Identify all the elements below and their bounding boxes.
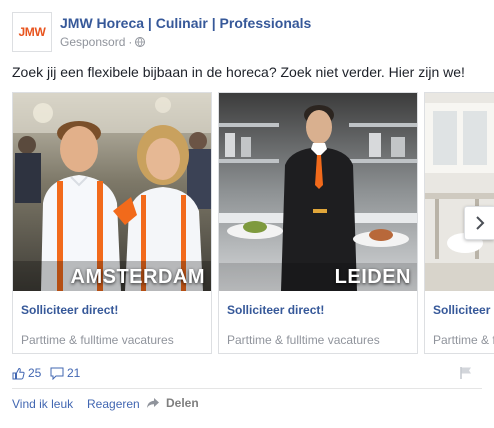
thumbs-up-icon <box>12 367 25 379</box>
card-caption: AMSTERDAM <box>70 266 205 288</box>
share-button[interactable]: Delen <box>146 396 199 410</box>
share-label: Delen <box>166 396 199 410</box>
logo-text: JMW <box>18 25 46 39</box>
card-description: Parttime & fulltime vacatures <box>21 333 174 347</box>
post-header: JMW JMW Horeca | Culinair | Professional… <box>12 12 482 52</box>
likes-count-text: 25 <box>28 366 42 380</box>
post-stats: 25 21 <box>12 366 482 382</box>
carousel-card-amsterdam[interactable]: AMSTERDAM Solliciteer direct! Parttime &… <box>12 92 212 354</box>
likes-count[interactable]: 25 <box>12 366 41 380</box>
card-image-third[interactable] <box>425 93 494 291</box>
carousel-card-leiden[interactable]: LEIDEN Solliciteer direct! Parttime & fu… <box>218 92 418 354</box>
card-title-link[interactable]: Solliciteer direct! <box>21 303 118 317</box>
card-image-amsterdam[interactable]: AMSTERDAM <box>13 93 211 291</box>
carousel: AMSTERDAM Solliciteer direct! Parttime &… <box>12 92 494 354</box>
card-title-link[interactable]: Solliciteer direct! <box>227 303 324 317</box>
sponsored-label[interactable]: Gesponsord <box>60 35 125 49</box>
comment-icon <box>50 367 64 380</box>
actions-divider <box>12 388 482 389</box>
post-meta: Gesponsord · <box>60 35 146 49</box>
amsterdam-photo <box>13 93 211 291</box>
comments-count-text: 21 <box>67 366 81 380</box>
chevron-right-icon <box>475 216 484 230</box>
leiden-photo <box>219 93 417 291</box>
card-title-link[interactable]: Solliciteer direct! <box>433 303 494 317</box>
card-description: Parttime & fulltime vacatures <box>227 333 380 347</box>
like-button[interactable]: Vind ik leuk <box>12 397 73 411</box>
globe-icon <box>135 37 146 47</box>
card-image-leiden[interactable]: LEIDEN <box>219 93 417 291</box>
comments-count[interactable]: 21 <box>50 366 80 380</box>
third-photo <box>425 93 494 291</box>
post-text: Zoek jij een flexibele bijbaan in de hor… <box>12 64 465 80</box>
share-arrow-icon <box>147 398 159 408</box>
page-name-link[interactable]: JMW Horeca | Culinair | Professionals <box>60 15 311 31</box>
post-actions: Vind ik leuk Reageren Delen <box>12 396 482 413</box>
page-logo[interactable]: JMW <box>12 12 52 52</box>
meta-separator: · <box>128 35 133 49</box>
flag-icon[interactable] <box>459 366 473 380</box>
card-caption: LEIDEN <box>334 266 411 288</box>
card-description: Parttime & fulltime vacatures <box>433 333 494 347</box>
comment-button[interactable]: Reageren <box>87 397 140 411</box>
carousel-next-button[interactable] <box>464 206 494 240</box>
